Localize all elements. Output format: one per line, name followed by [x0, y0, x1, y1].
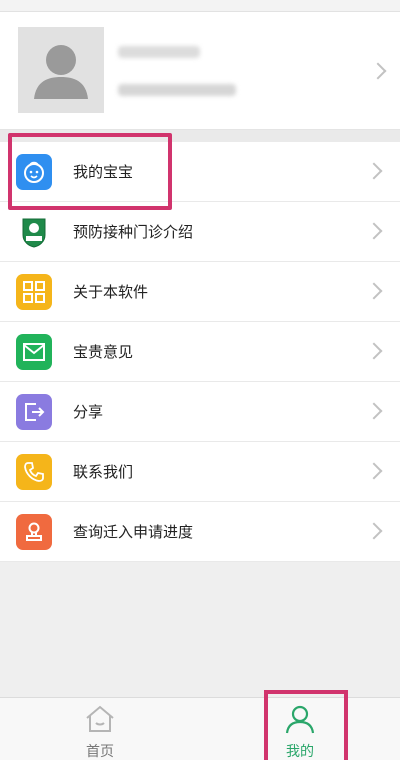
bottom-tab-bar: 首页 我的 — [0, 697, 400, 760]
tab-home-label: 首页 — [86, 744, 114, 760]
tab-mine[interactable]: 我的 — [200, 698, 400, 760]
menu-item-label: 宝贵意见 — [73, 343, 134, 361]
section-gap — [0, 130, 400, 142]
menu-item-label: 分享 — [73, 403, 104, 421]
grid-icon — [16, 274, 52, 310]
mail-icon — [16, 334, 52, 370]
menu-item-label: 查询迁入申请进度 — [73, 523, 194, 541]
profile-subtitle-blurred — [118, 84, 236, 96]
share-icon — [16, 394, 52, 430]
menu-item-share[interactable]: 分享 — [0, 382, 400, 442]
chevron-right-icon — [365, 522, 383, 540]
chevron-right-icon — [365, 282, 383, 300]
chevron-right-icon — [365, 222, 383, 240]
menu-item-label: 我的宝宝 — [73, 163, 134, 181]
top-strip — [0, 0, 400, 12]
menu-item-clinic-intro[interactable]: 预防接种门诊介绍 — [0, 202, 400, 262]
clinic-logo-icon — [16, 214, 52, 250]
chevron-right-icon — [369, 62, 387, 80]
menu-item-contact-us[interactable]: 联系我们 — [0, 442, 400, 502]
profile-card[interactable] — [0, 12, 400, 130]
tab-mine-label: 我的 — [286, 744, 314, 760]
menu-item-label: 关于本软件 — [73, 283, 149, 301]
tab-home[interactable]: 首页 — [0, 698, 200, 760]
menu-item-about[interactable]: 关于本软件 — [0, 262, 400, 322]
menu-item-feedback[interactable]: 宝贵意见 — [0, 322, 400, 382]
person-stamp-icon — [16, 514, 52, 550]
profile-name-blurred — [118, 46, 200, 58]
baby-face-icon — [16, 154, 52, 190]
chevron-right-icon — [365, 402, 383, 420]
menu-item-migration-progress[interactable]: 查询迁入申请进度 — [0, 502, 400, 562]
menu-item-label: 预防接种门诊介绍 — [73, 223, 194, 241]
menu-list: 我的宝宝 预防接种门诊介绍 关于本软件 宝贵意见 分享 联系我们 查询迁入申请进… — [0, 142, 400, 562]
phone-icon — [16, 454, 52, 490]
menu-item-my-baby[interactable]: 我的宝宝 — [0, 142, 400, 202]
default-avatar-icon — [34, 45, 88, 99]
chevron-right-icon — [365, 162, 383, 180]
person-icon — [285, 705, 315, 734]
menu-item-label: 联系我们 — [73, 463, 134, 481]
chevron-right-icon — [365, 462, 383, 480]
avatar — [18, 27, 104, 113]
chevron-right-icon — [365, 342, 383, 360]
home-icon — [86, 705, 114, 732]
